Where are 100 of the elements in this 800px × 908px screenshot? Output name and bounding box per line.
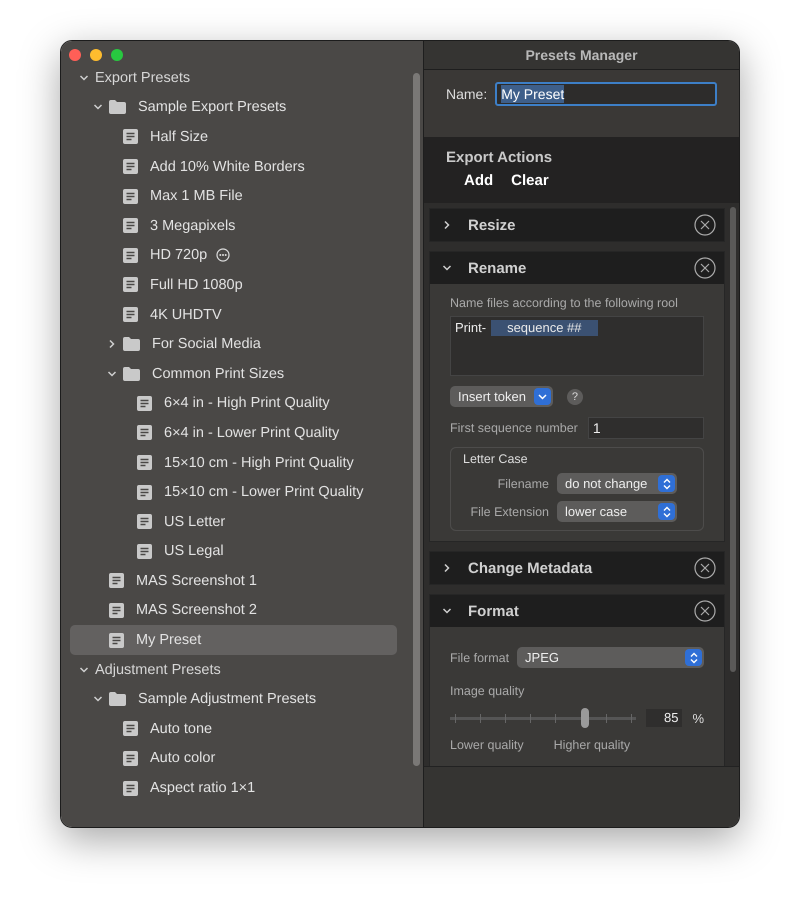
tree-item-label: Sample Adjustment Presets xyxy=(138,691,316,708)
folder-icon xyxy=(123,366,140,381)
chevron-icon[interactable] xyxy=(93,102,103,112)
field-label: Image quality xyxy=(450,684,526,698)
minimize-button[interactable] xyxy=(90,49,102,61)
tree-item-label: 6×4 in - Lower Print Quality xyxy=(164,424,340,441)
scrollbar[interactable] xyxy=(413,73,420,766)
sequence-number-field[interactable]: 1 xyxy=(588,417,704,439)
chevron-icon[interactable] xyxy=(93,694,103,704)
tree-item-label: Add 10% White Borders xyxy=(150,158,305,175)
tree-item[interactable]: My Preset xyxy=(70,625,397,655)
tree-item[interactable]: 3 Megapixels xyxy=(70,210,397,241)
case-select[interactable]: lower case xyxy=(557,501,677,522)
chevron-icon xyxy=(534,388,551,405)
chevron-icon[interactable] xyxy=(107,339,117,350)
zoom-button[interactable] xyxy=(111,49,123,61)
window-title: Presets Manager xyxy=(424,41,739,70)
chevron-icon[interactable] xyxy=(107,368,117,379)
tree-item[interactable]: Auto color xyxy=(70,744,397,774)
chevron-icon[interactable] xyxy=(79,72,89,83)
tree-item[interactable]: MAS Screenshot 2 xyxy=(70,596,397,626)
tree-item-label: My Preset xyxy=(136,632,202,648)
tree-item[interactable]: Half Size xyxy=(70,122,397,152)
quality-field[interactable]: 85 xyxy=(646,709,682,727)
tree-item-label: 4K UHDTV xyxy=(150,306,222,323)
tree-item-label: Aspect ratio 1×1 xyxy=(150,780,256,796)
chevron-icon[interactable] xyxy=(442,263,452,273)
document-icon xyxy=(137,514,152,530)
close-icon[interactable] xyxy=(694,214,716,236)
help-button[interactable]: ? xyxy=(566,388,583,404)
section-title: Export Actions xyxy=(446,149,554,166)
document-icon xyxy=(137,455,152,470)
tree-item[interactable]: Max 1 MB File xyxy=(70,181,397,211)
document-icon xyxy=(123,721,138,736)
file-format-select[interactable]: JPEG xyxy=(517,647,704,668)
tree-item-label: Export Presets xyxy=(95,70,190,86)
chevron-icon[interactable] xyxy=(79,664,89,675)
tree-item[interactable]: US Legal xyxy=(70,536,397,566)
tree-item[interactable]: Sample Adjustment Presets xyxy=(70,684,397,714)
field-label: File format xyxy=(450,650,510,664)
tree-item-label: 3 Megapixels xyxy=(150,218,236,234)
tree-item-label: HD 720p xyxy=(150,247,208,264)
document-icon xyxy=(137,544,152,559)
name-label: Name: xyxy=(446,85,488,104)
tree-item-label: 15×10 cm - Lower Print Quality xyxy=(164,484,364,500)
chevron-icon[interactable] xyxy=(442,220,452,230)
document-icon xyxy=(109,573,124,588)
tree-item[interactable]: MAS Screenshot 1 xyxy=(70,566,397,596)
case-select[interactable]: do not change xyxy=(557,473,677,494)
slider-min-label: Lower quality xyxy=(450,738,524,752)
tree-item[interactable]: Adjustment Presets xyxy=(70,654,397,684)
tree-item[interactable]: 6×4 in - Lower Print Quality xyxy=(70,418,397,448)
section-header[interactable]: Format xyxy=(430,595,724,627)
tree-item[interactable]: Auto tone xyxy=(70,714,397,744)
section-title: Rename xyxy=(468,260,528,276)
tree-item[interactable]: 15×10 cm - Lower Print Quality xyxy=(70,477,397,507)
document-icon xyxy=(123,129,138,144)
close-icon[interactable] xyxy=(694,557,716,579)
folder-icon xyxy=(109,100,126,114)
close-icon[interactable] xyxy=(694,600,716,622)
tree-item[interactable]: For Social Media xyxy=(70,329,397,359)
section-header[interactable]: Rename xyxy=(430,252,724,284)
tree-item[interactable]: Export Presets xyxy=(70,63,397,93)
chevron-icon[interactable] xyxy=(442,606,452,616)
tree-item[interactable]: Aspect ratio 1×1 xyxy=(70,773,397,803)
up-down-icon xyxy=(658,503,675,520)
ellipsis-circle-icon[interactable] xyxy=(216,248,230,262)
naming-rule-field[interactable]: Print- sequence ## xyxy=(450,316,704,376)
slider-thumb[interactable] xyxy=(581,708,590,728)
tree-item[interactable]: HD 720p xyxy=(70,240,397,270)
document-icon xyxy=(123,188,138,204)
tree-item[interactable]: 15×10 cm - High Print Quality xyxy=(70,448,397,478)
scrollbar[interactable] xyxy=(730,207,736,672)
document-icon xyxy=(123,780,138,796)
insert-token-dropdown[interactable]: Insert token xyxy=(450,386,553,407)
tree-item[interactable]: Add 10% White Borders xyxy=(70,152,397,182)
tree-item[interactable]: US Letter xyxy=(70,506,397,536)
tree-item-label: Sample Export Presets xyxy=(138,99,286,116)
close-icon[interactable] xyxy=(694,257,716,279)
close-button[interactable] xyxy=(69,49,81,61)
tree-item[interactable]: Common Print Sizes xyxy=(70,358,397,389)
document-icon xyxy=(123,277,138,292)
section-title: Format xyxy=(468,602,520,620)
name-field[interactable]: My Preset xyxy=(495,82,718,106)
tree-item-label: For Social Media xyxy=(152,336,261,352)
tree-item[interactable]: Sample Export Presets xyxy=(70,92,397,122)
tree-item[interactable]: Full HD 1080p xyxy=(70,270,397,300)
chevron-icon[interactable] xyxy=(442,563,452,573)
section-header[interactable]: Resize xyxy=(430,209,724,241)
document-icon xyxy=(137,425,152,440)
section-header[interactable]: Change Metadata xyxy=(430,552,724,584)
tree-item-label: Common Print Sizes xyxy=(152,366,284,382)
field-label: Filename xyxy=(496,476,549,490)
folder-icon xyxy=(123,337,140,352)
action-button[interactable]: Add xyxy=(464,172,508,189)
tree-item[interactable]: 4K UHDTV xyxy=(70,300,397,330)
document-icon xyxy=(109,602,124,618)
action-button[interactable]: Clear xyxy=(511,172,563,189)
sequence-token[interactable]: sequence ## xyxy=(491,320,598,336)
tree-item[interactable]: 6×4 in - High Print Quality xyxy=(70,388,397,418)
